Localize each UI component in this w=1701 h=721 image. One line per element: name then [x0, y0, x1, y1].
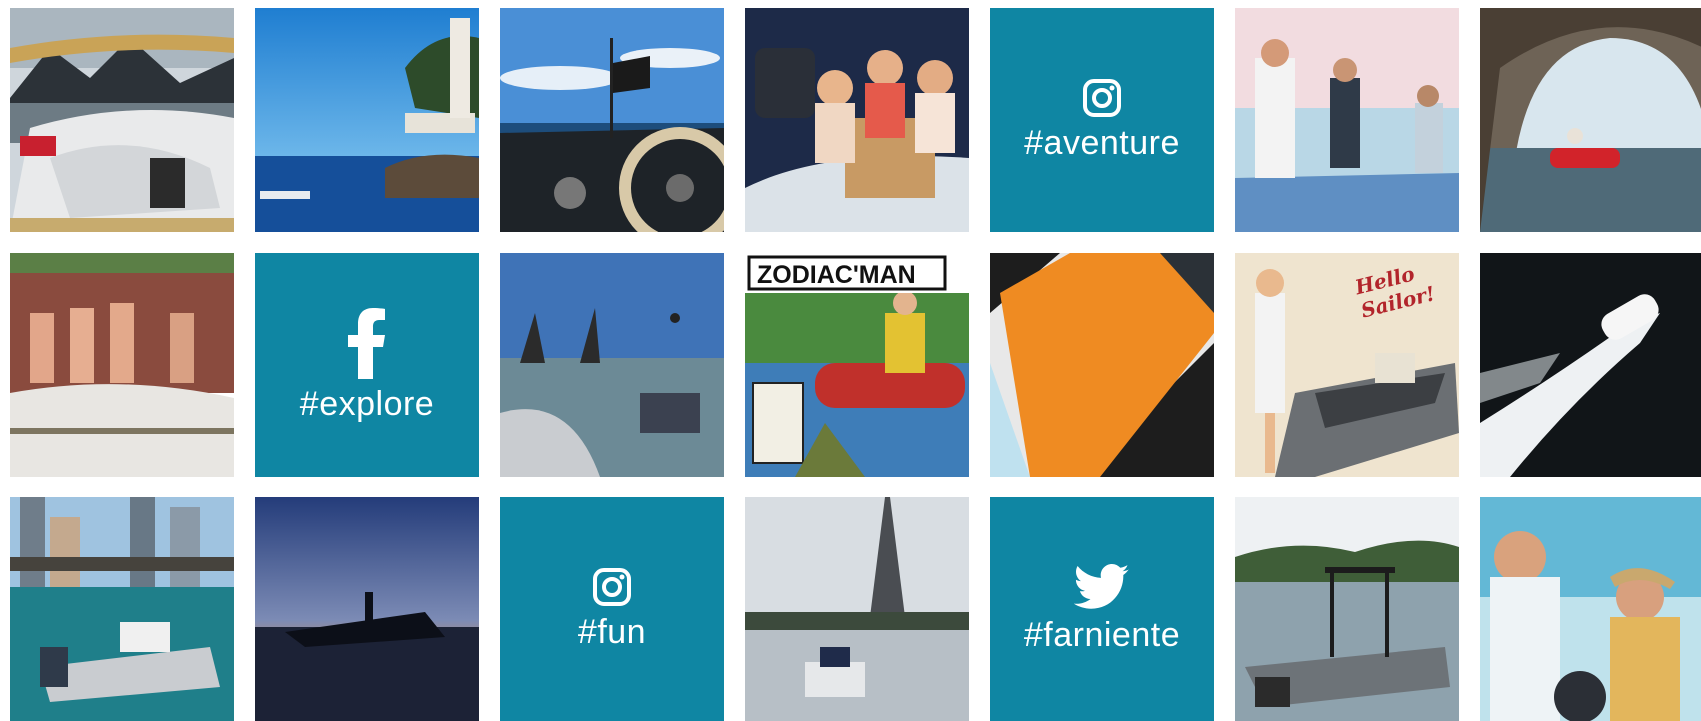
photo-steering-wheel-flag[interactable] — [500, 8, 724, 232]
photo-tube-closeup-orange-image — [990, 253, 1214, 477]
photo-steering-wheel-flag-image — [500, 8, 724, 232]
photo-city-skyline-rib-image — [10, 497, 234, 721]
photo-sunset-rib[interactable] — [255, 497, 479, 721]
photo-sea-cave-rib[interactable] — [1480, 8, 1701, 232]
photo-friends-on-deck-image — [745, 8, 969, 232]
facebook-icon — [348, 307, 385, 379]
photo-friends-smiling-boat[interactable] — [1480, 497, 1701, 721]
photo-kids-on-rib-image — [10, 253, 234, 477]
facebook-explore-tile[interactable]: #explore — [255, 253, 479, 477]
photo-city-skyline-rib[interactable] — [10, 497, 234, 721]
photo-people-on-rib[interactable] — [1235, 8, 1459, 232]
photo-regatta-spectators-image — [500, 253, 724, 477]
comic-title: ZODIAC'MAN — [757, 261, 916, 289]
instagram-fun-tile[interactable]: #fun — [500, 497, 724, 721]
photo-boat-flag-mountains-image — [10, 8, 234, 232]
twitter-icon — [1074, 563, 1129, 609]
photo-sea-cave-rib-image — [1480, 8, 1701, 232]
photo-regatta-spectators[interactable] — [500, 253, 724, 477]
photo-kids-on-rib[interactable] — [10, 253, 234, 477]
photo-lake-rib-tower[interactable] — [1235, 497, 1459, 721]
instagram-icon — [593, 567, 631, 606]
photo-zodiacman-comic[interactable]: ZODIAC'MAN — [745, 253, 969, 477]
twitter-farniente-tile[interactable]: #farniente — [990, 497, 1214, 721]
photo-friends-smiling-boat-image — [1480, 497, 1701, 721]
hashtag-label: #fun — [577, 612, 647, 651]
photo-eiffel-tower-rib[interactable] — [745, 497, 969, 721]
photo-sunset-rib-image — [255, 497, 479, 721]
photo-lake-rib-tower-image — [1235, 497, 1459, 721]
photo-eiffel-tower-rib-image — [745, 497, 969, 721]
instagram-aventure-tile[interactable]: #aventure — [990, 8, 1214, 232]
social-photo-grid: #aventure #explore ZODIAC'MAN Hello Sail… — [0, 0, 1701, 721]
instagram-icon — [1083, 78, 1121, 117]
hashtag-label: #explore — [299, 384, 435, 423]
photo-people-on-rib-image — [1235, 8, 1459, 232]
photo-villa-on-rocks[interactable] — [255, 8, 479, 232]
photo-boat-wake-aerial[interactable] — [1480, 253, 1701, 477]
photo-hello-sailor-poster[interactable]: Hello Sailor! — [1235, 253, 1459, 477]
photo-tube-closeup-orange[interactable] — [990, 253, 1214, 477]
hashtag-label: #farniente — [1023, 615, 1181, 654]
photo-boat-flag-mountains[interactable] — [10, 8, 234, 232]
photo-boat-wake-aerial-image — [1480, 253, 1701, 477]
photo-friends-on-deck[interactable] — [745, 8, 969, 232]
photo-villa-on-rocks-image — [255, 8, 479, 232]
hashtag-label: #aventure — [1024, 123, 1180, 162]
